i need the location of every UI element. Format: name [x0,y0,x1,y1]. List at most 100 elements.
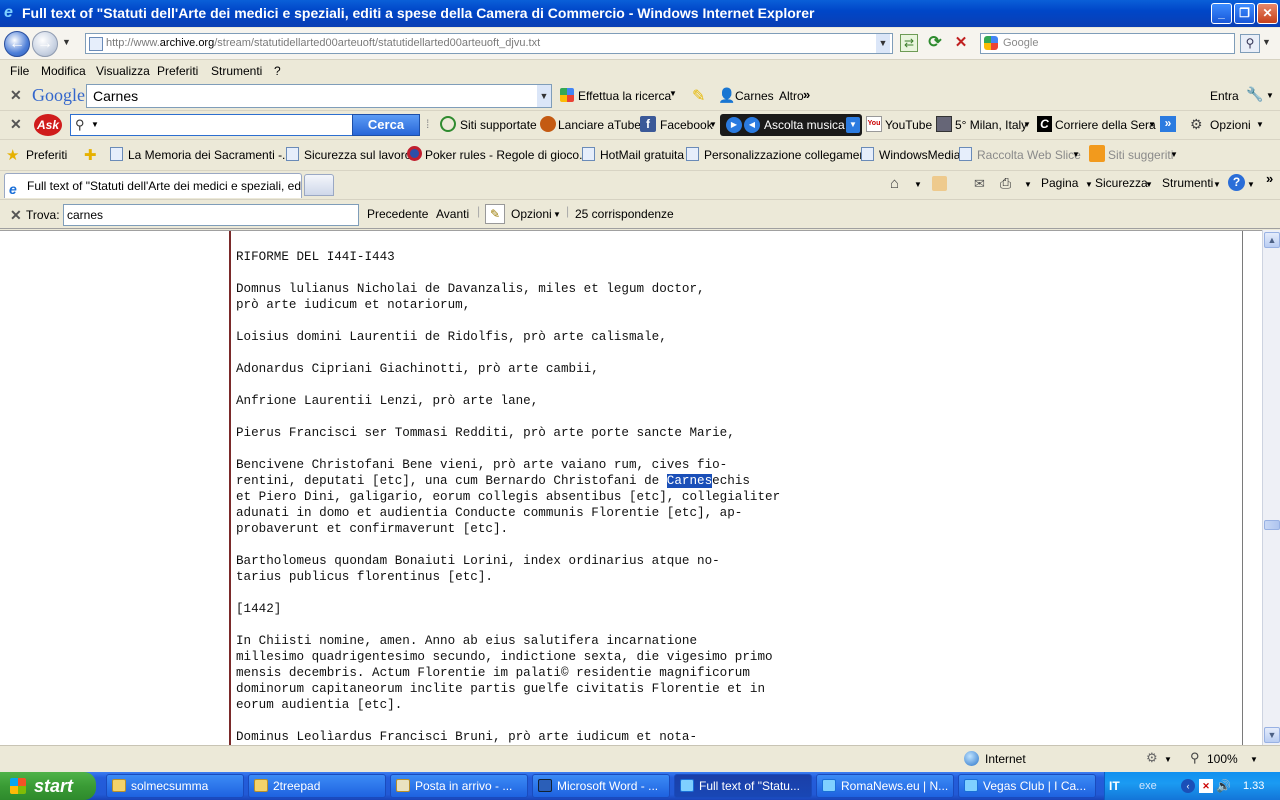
favorite-link[interactable]: Personalizzazione collegamenti [704,148,872,162]
close-toolbar-icon[interactable]: ✕ [10,87,22,104]
close-button[interactable]: ✕ [1257,3,1278,24]
find-options-button[interactable]: Opzioni [511,207,552,221]
print-dropdown-icon[interactable]: ▼ [1024,180,1032,189]
protected-mode-icon[interactable]: ⚙ [1146,750,1158,766]
home-icon[interactable]: ⌂ [890,175,899,192]
tools-menu-dropdown-icon[interactable]: ▼ [1213,180,1221,189]
taskbar-item-active[interactable]: Full text of "Statu... [674,774,812,798]
chevron-right-icon[interactable]: » [803,87,810,102]
favorite-link[interactable]: HotMail gratuita [600,148,684,162]
favorite-link[interactable]: WindowsMedia [879,148,960,162]
speaker-icon[interactable]: 🔊 [1216,779,1231,793]
mail-icon[interactable]: ✉ [974,176,985,192]
search-icon[interactable]: ⚲ [1240,34,1260,53]
facebook-button[interactable]: Facebook [660,118,713,132]
corriere-dropdown-icon[interactable]: ▼ [1148,120,1156,129]
ask-options-dropdown-icon[interactable]: ▼ [1256,120,1264,129]
signin-button[interactable]: Entra [1210,89,1239,103]
close-toolbar-icon[interactable]: ✕ [10,116,22,133]
settings-dropdown-icon[interactable]: ▼ [1266,91,1274,100]
favorites-button[interactable]: Preferiti [26,148,67,162]
add-favorite-icon[interactable]: ✚ [84,146,97,164]
more-chevron-icon[interactable]: » [1160,116,1176,132]
address-input[interactable]: http://www.archive.org/stream/statutidel… [85,33,893,54]
suggested-sites-dropdown-icon[interactable]: ▼ [1170,150,1178,159]
menu-favorites[interactable]: Preferiti [157,64,198,78]
history-dropdown-icon[interactable]: ▼ [62,37,71,47]
find-input[interactable]: carnes [63,204,359,226]
highlighter-icon[interactable]: ✎ [692,86,705,106]
favorite-link[interactable]: Siti suggeriti [1108,148,1173,162]
scroll-thumb[interactable] [1264,520,1280,530]
google-search-dropdown-icon[interactable]: ▼ [669,89,677,98]
refresh-icon[interactable]: ⟳ [926,34,944,52]
search-dropdown-icon[interactable]: ▼ [1262,37,1271,47]
protected-mode-dropdown-icon[interactable]: ▼ [1164,755,1172,764]
scroll-down-icon[interactable]: ▼ [1264,727,1280,743]
web-search-input[interactable]: Google [980,33,1235,54]
ask-options-button[interactable]: Opzioni [1210,118,1251,132]
taskbar-item[interactable]: Vegas Club | I Ca... [958,774,1096,798]
google-search-input[interactable]: Carnes ▼ [86,84,552,108]
tools-menu-button[interactable]: Strumenti [1162,176,1213,190]
clock[interactable]: 1.33 [1243,780,1264,792]
find-previous-button[interactable]: Precedente [367,207,428,221]
more-button[interactable]: Altro [779,89,804,103]
search-dropdown-icon[interactable]: ▼ [91,120,99,129]
volume-icon[interactable]: ◀ [744,117,760,133]
favorite-link[interactable]: La Memoria dei Sacramenti -... [128,148,292,162]
corriere-button[interactable]: Corriere della Sera [1055,118,1156,132]
language-indicator[interactable]: IT [1109,779,1120,793]
music-button[interactable]: ▶ ◀ Ascolta musica ▼ [720,114,862,136]
zoom-icon[interactable]: ⚲ [1190,750,1200,766]
music-dropdown-icon[interactable]: ▼ [846,117,860,133]
zoom-level[interactable]: 100% [1207,752,1238,766]
back-button[interactable]: ← [4,31,30,57]
forward-button[interactable]: → [32,31,58,57]
safety-menu-dropdown-icon[interactable]: ▼ [1145,180,1153,189]
supported-sites-button[interactable]: Siti supportate [460,118,537,132]
page-menu-button[interactable]: Pagina [1041,176,1078,190]
compatibility-view-icon[interactable]: ⇄ [900,34,918,52]
maximize-button[interactable]: ❐ [1234,3,1255,24]
youtube-button[interactable]: YouTube [885,118,932,132]
menu-file[interactable]: File [10,64,29,78]
taskbar-item[interactable]: 2treepad [248,774,386,798]
tab-active[interactable]: e Full text of "Statuti dell'Arte dei me… [4,173,302,198]
play-icon[interactable]: ▶ [726,117,742,133]
print-icon[interactable]: ⎙ [1000,175,1011,192]
chevron-right-icon[interactable]: » [1266,171,1273,186]
highlight-all-icon[interactable]: ✎ [485,204,505,224]
google-search-button[interactable]: Effettua la ricerca [578,89,671,103]
ask-search-button[interactable]: Cerca [352,114,420,136]
safety-menu-button[interactable]: Sicurezza [1095,176,1148,190]
taskbar-item[interactable]: Microsoft Word - ... [532,774,670,798]
find-next-button[interactable]: Avanti [436,207,469,221]
help-icon[interactable]: ? [1228,174,1245,191]
vertical-scrollbar[interactable]: ▲ ▼ [1262,230,1280,745]
menu-edit[interactable]: Modifica [41,64,86,78]
ask-search-input[interactable]: ⚲ ▼ [70,114,354,136]
zoom-dropdown-icon[interactable]: ▼ [1250,755,1258,764]
security-alert-icon[interactable]: ✕ [1199,779,1213,793]
menu-help[interactable]: ? [274,64,281,78]
menu-tools[interactable]: Strumenti [211,64,262,78]
new-tab-button[interactable] [304,174,334,196]
web-slice-dropdown-icon[interactable]: ▼ [1072,150,1080,159]
taskbar-item[interactable]: RomaNews.eu | N... [816,774,954,798]
page-menu-dropdown-icon[interactable]: ▼ [1085,180,1093,189]
atube-button[interactable]: Lanciare aTube [558,118,641,132]
feeds-icon[interactable] [932,176,947,191]
taskbar-item[interactable]: Posta in arrivo - ... [390,774,528,798]
help-dropdown-icon[interactable]: ▼ [1247,180,1255,189]
favorite-link[interactable]: Poker rules - Regole di gioco... [425,148,589,162]
google-dropdown-icon[interactable]: ▼ [537,85,551,107]
start-button[interactable]: start [0,772,96,800]
weather-button[interactable]: 5° Milan, Italy [955,118,1027,132]
weather-dropdown-icon[interactable]: ▼ [1023,120,1031,129]
tray-arrow-icon[interactable]: ‹ [1181,779,1195,793]
menu-view[interactable]: Visualizza [96,64,150,78]
address-dropdown-icon[interactable]: ▼ [876,34,890,53]
find-options-dropdown-icon[interactable]: ▼ [553,210,561,219]
favorite-link[interactable]: Raccolta Web Slice [977,148,1081,162]
